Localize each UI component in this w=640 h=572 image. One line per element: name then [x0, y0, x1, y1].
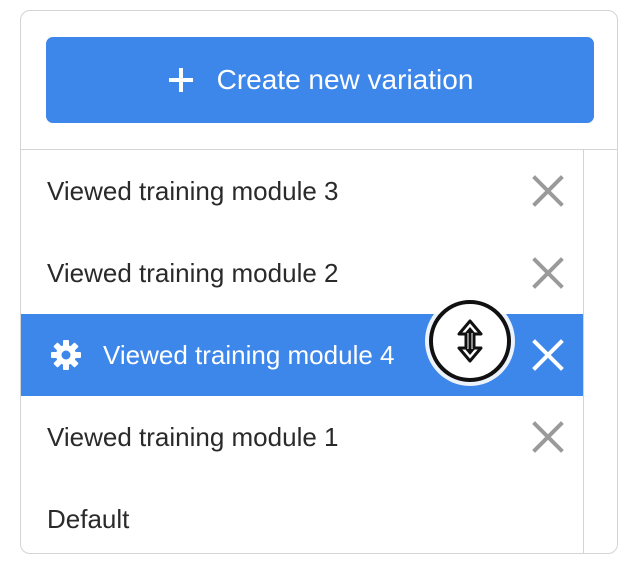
variation-item-module-1[interactable]: Viewed training module 1 — [21, 396, 583, 478]
scrollbar-track[interactable] — [583, 150, 584, 553]
variation-item-module-2[interactable]: Viewed training module 2 — [21, 232, 583, 314]
variations-panel: Create new variation Viewed training mod… — [20, 10, 618, 554]
create-new-variation-button[interactable]: Create new variation — [46, 37, 594, 123]
variation-label: Viewed training module 4 — [103, 339, 395, 370]
close-icon[interactable] — [531, 338, 565, 372]
variation-item-module-3[interactable]: Viewed training module 3 — [21, 150, 583, 232]
close-icon[interactable] — [531, 174, 565, 208]
close-icon[interactable] — [531, 256, 565, 290]
gear-icon[interactable] — [49, 338, 83, 372]
close-icon[interactable] — [531, 420, 565, 454]
variation-label: Viewed training module 2 — [47, 257, 339, 288]
variation-item-default[interactable]: Default — [21, 478, 583, 553]
plus-icon — [168, 68, 193, 92]
variation-label: Default — [47, 503, 130, 534]
create-new-variation-label: Create new variation — [216, 64, 474, 95]
variation-label: Viewed training module 3 — [47, 175, 339, 206]
resize-vertical-cursor-icon — [429, 300, 511, 382]
variation-label: Viewed training module 1 — [47, 421, 339, 452]
